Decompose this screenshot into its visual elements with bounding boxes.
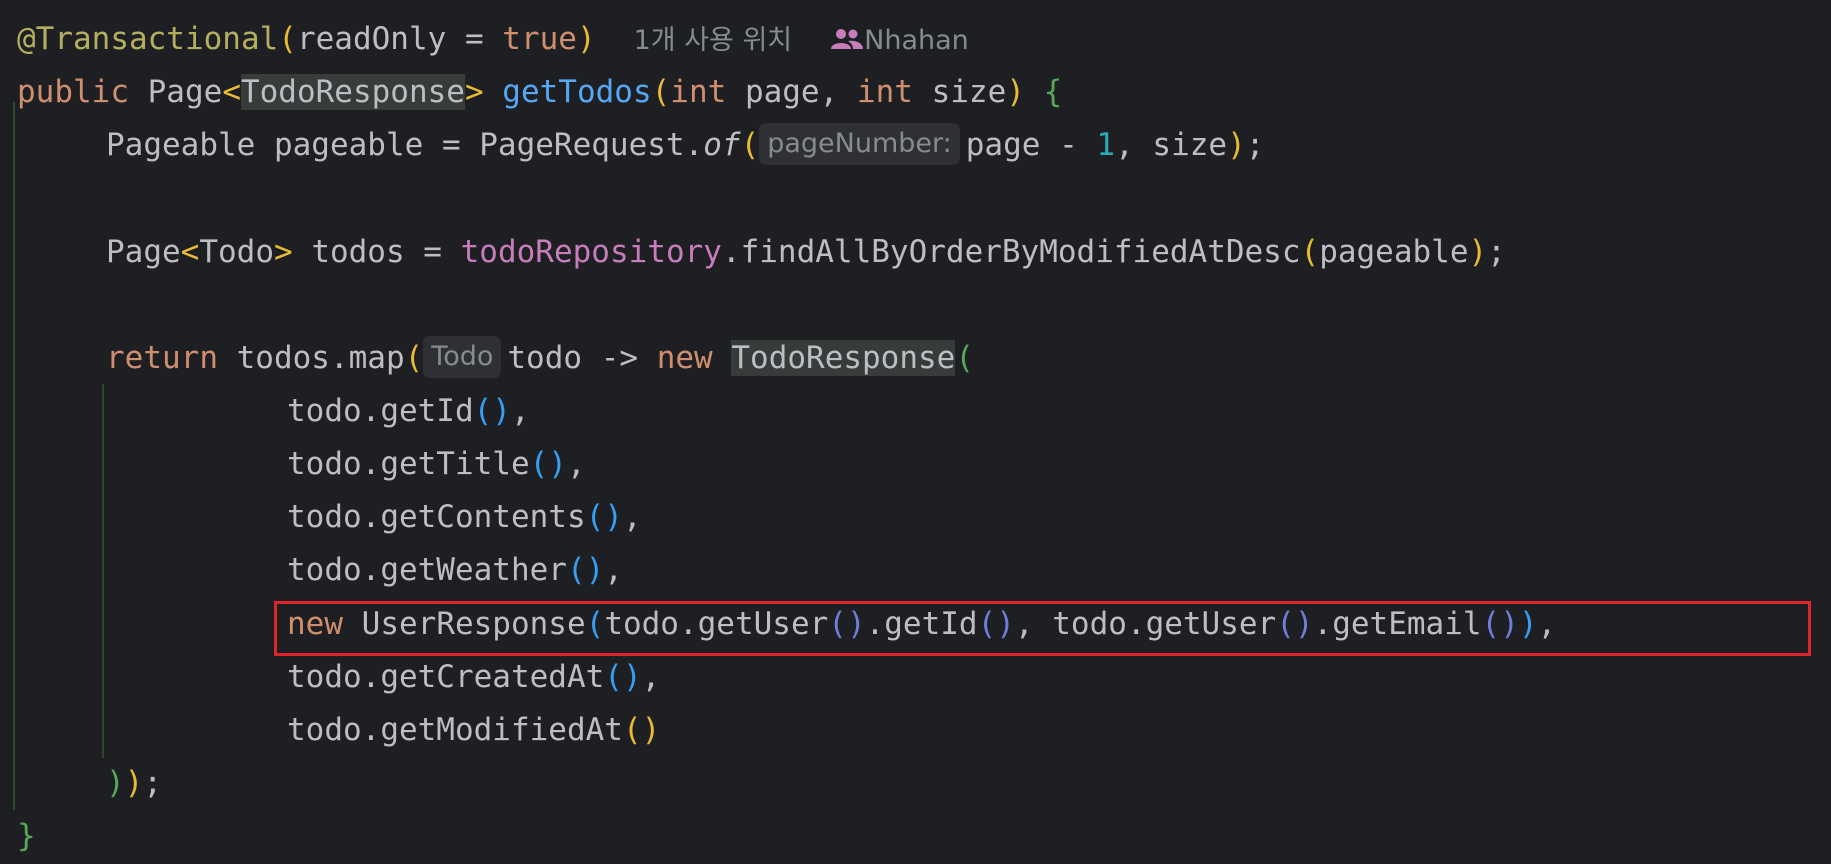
paren-token: (: [955, 340, 975, 376]
highlight-annotation-box: [274, 601, 1811, 656]
code-editor[interactable]: @Transactional(readOnly = true) 1개 사용 위치 N…: [0, 0, 1831, 864]
method-call-token: todo.getTitle: [287, 446, 530, 482]
usages-codelens[interactable]: 1개 사용 위치: [634, 25, 793, 56]
lambda-type-inlay-hint[interactable]: Todo: [423, 336, 502, 378]
paren-token: ): [124, 765, 144, 801]
paren-token: ): [1006, 74, 1025, 110]
angle-token: <: [222, 74, 241, 110]
paren-token: (: [651, 74, 671, 110]
param-token: readOnly =: [296, 21, 503, 57]
param-token: page,: [726, 74, 857, 110]
code-token: todo ->: [507, 340, 657, 376]
semicolon-token: ;: [143, 765, 163, 801]
brace-token: }: [17, 818, 36, 854]
code-line-15[interactable]: ));: [106, 757, 162, 810]
code-line-3[interactable]: Pageable pageable = PageRequest.of(pageN…: [106, 119, 1264, 172]
method-call-token: todo.getWeather: [287, 552, 567, 588]
paren-token: (): [566, 552, 605, 588]
keyword-int: int: [670, 74, 727, 110]
paren-token: (): [622, 712, 661, 748]
code-line-7[interactable]: return todos.map(Todo todo -> new TodoRes…: [106, 332, 974, 385]
code-line-13[interactable]: todo.getCreatedAt(),: [287, 651, 660, 704]
type-token: Page: [128, 74, 223, 110]
people-icon: [830, 14, 864, 49]
code-line-9[interactable]: todo.getTitle(),: [287, 438, 586, 491]
indent-guide-lambda: [102, 384, 104, 758]
angle-token: <: [180, 234, 200, 270]
field-token: todoRepository: [460, 234, 722, 270]
paren-token: ): [106, 765, 125, 801]
code-token: todos =: [292, 234, 461, 270]
method-call-token: todo.getContents: [287, 499, 586, 535]
comma-token: ,: [510, 393, 530, 429]
code-token: , size: [1115, 127, 1228, 163]
keyword-int: int: [856, 74, 913, 110]
type-token: Page: [106, 234, 181, 270]
code-line-8[interactable]: todo.getId(),: [287, 385, 530, 438]
comma-token: ,: [622, 499, 642, 535]
code-line-16[interactable]: }: [17, 810, 36, 863]
type-token-highlighted: TodoResponse: [240, 74, 465, 110]
method-call-token: todo.getId: [287, 393, 474, 429]
keyword-public: public: [17, 74, 129, 110]
author-codelens[interactable]: Nhahan: [864, 25, 969, 56]
comma-token: ,: [641, 659, 661, 695]
code-line-1[interactable]: @Transactional(readOnly = true) 1개 사용 위치 N…: [17, 13, 969, 66]
static-method-token: of: [703, 127, 741, 163]
keyword-new: new: [656, 340, 713, 376]
method-call-token: todos.map: [217, 340, 405, 376]
code-token: Pageable pageable = PageRequest.: [106, 127, 704, 163]
paren-token: ): [1227, 127, 1246, 163]
type-token: Todo: [199, 234, 274, 270]
method-name-token: getTodos: [502, 74, 652, 110]
paren-token: ): [576, 21, 596, 57]
semicolon-token: ;: [1487, 234, 1506, 270]
semicolon-token: ;: [1245, 127, 1265, 163]
paren-token: (): [529, 446, 567, 482]
arg-token: pageable: [1319, 234, 1469, 270]
method-call-token: .findAllByOrderByModifiedAtDesc: [721, 234, 1301, 270]
method-call-token: todo.getCreatedAt: [287, 659, 605, 695]
code-line-5[interactable]: Page<Todo> todos = todoRepository.findAl…: [106, 226, 1506, 279]
param-name-inlay-hint[interactable]: pageNumber:: [759, 123, 960, 165]
code-line-2[interactable]: public Page<TodoResponse> getTodos(int p…: [17, 66, 1062, 119]
indent-guide-method-body: [13, 102, 15, 810]
paren-token: (): [604, 659, 642, 695]
method-call-token: todo.getModifiedAt: [287, 712, 623, 748]
keyword-return: return: [106, 340, 218, 376]
paren-token: (): [585, 499, 623, 535]
brace-token: {: [1043, 74, 1063, 110]
paren-token: (): [473, 393, 511, 429]
code-line-11[interactable]: todo.getWeather(),: [287, 544, 623, 597]
code-token: page -: [965, 127, 1097, 163]
angle-token: >: [273, 234, 293, 270]
code-line-14[interactable]: todo.getModifiedAt(): [287, 704, 660, 757]
paren-token: ): [1468, 234, 1488, 270]
paren-token: (: [404, 340, 424, 376]
number-token: 1: [1096, 127, 1116, 163]
keyword-true: true: [502, 21, 577, 57]
code-line-10[interactable]: todo.getContents(),: [287, 491, 642, 544]
paren-token: (: [740, 127, 760, 163]
annotation-token: @Transactional: [17, 21, 279, 57]
comma-token: ,: [604, 552, 623, 588]
param-token: size: [912, 74, 1007, 110]
angle-token: >: [464, 74, 484, 110]
paren-token: (: [278, 21, 297, 57]
type-token-highlighted: TodoResponse: [731, 340, 956, 376]
comma-token: ,: [566, 446, 586, 482]
paren-token: (: [1300, 234, 1320, 270]
